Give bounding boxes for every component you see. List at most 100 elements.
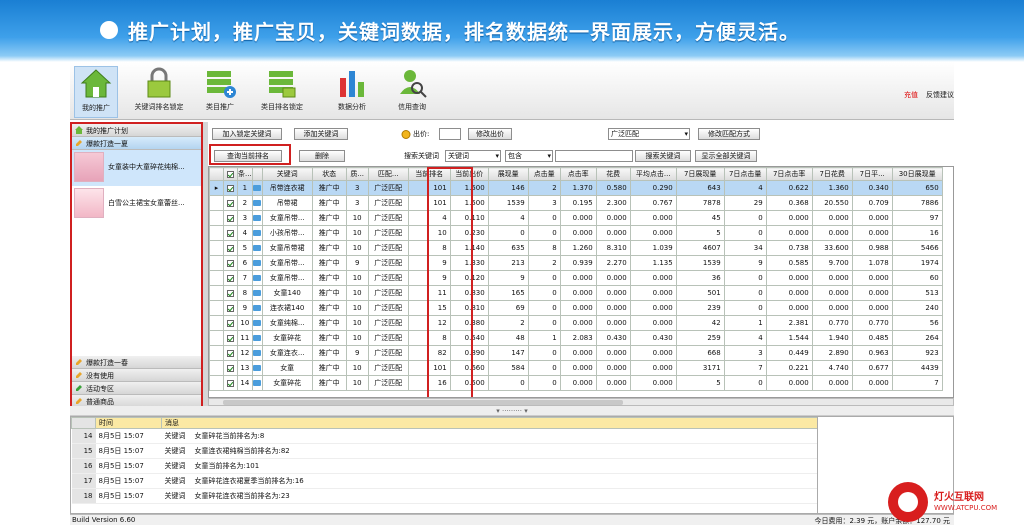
table-row[interactable]: 7 女童吊带... 推广中 10 广泛匹配 9 0.120 9 0 0.000 0.000 0.000… <box>209 270 943 286</box>
table-row[interactable]: 11 女童碎花 推广中 10 广泛匹配 8 0.540 48 1 2.083 0.430 0.430 2… <box>209 330 943 346</box>
sidebar-group-unused[interactable]: 没有使用 <box>72 369 201 382</box>
column-header-1[interactable] <box>223 167 238 181</box>
row-checkbox[interactable] <box>227 214 234 222</box>
row-checkbox[interactable] <box>227 244 234 252</box>
row-checkbox[interactable] <box>227 379 234 387</box>
log-row[interactable]: 18 8月5日 15:07 关键词 女童碎花连衣裙当前排名为:23 <box>71 488 817 504</box>
add-locked-keyword-button[interactable]: 加入锁定关键词 <box>212 128 282 140</box>
table-row[interactable]: 4 小孩吊带... 推广中 10 广泛匹配 10 0.230 0 0 0.000 0.000 0.00… <box>209 225 943 241</box>
column-header-18[interactable]: 7日花费 <box>811 167 853 181</box>
match-type-select[interactable]: 广泛匹配 ▾ <box>608 128 690 140</box>
column-header-17[interactable]: 7日点击率 <box>765 167 813 181</box>
row-checkbox[interactable] <box>227 334 234 342</box>
sidebar-plan-header[interactable]: 我的推广计划 <box>72 124 201 137</box>
checkbox-cell[interactable] <box>223 225 238 241</box>
search-keyword-button[interactable]: 搜索关键词 <box>635 150 691 162</box>
icon-cell <box>251 180 263 196</box>
column-header-2[interactable]: 条... <box>237 167 253 181</box>
checkbox-cell[interactable] <box>223 360 238 376</box>
toolbar-category-rank-lock[interactable]: 类目排名锁定 <box>256 66 308 118</box>
table-row[interactable]: 2 吊带裙 推广中 3 广泛匹配 101 1.500 1539 3 0.195 2.300 0.767… <box>209 195 943 211</box>
row-checkbox[interactable] <box>227 274 234 282</box>
table-row[interactable]: 3 女童吊带... 推广中 10 广泛匹配 4 0.110 4 0 0.000 0.000 0.000… <box>209 210 943 226</box>
horizontal-scrollbar[interactable] <box>208 398 954 406</box>
clicks-7d-cell: 9 <box>723 255 767 271</box>
row-checkbox[interactable] <box>227 259 234 267</box>
column-header-5[interactable]: 状态 <box>311 167 347 181</box>
column-header-14[interactable]: 平均点击... <box>629 167 677 181</box>
checkbox-cell[interactable] <box>223 285 238 301</box>
column-header-12[interactable]: 点击率 <box>559 167 597 181</box>
delete-button[interactable]: 删除 <box>299 150 345 162</box>
table-row[interactable]: 8 女童140 推广中 10 广泛匹配 11 0.830 165 0 0.000 0.000 0.00… <box>209 285 943 301</box>
column-header-19[interactable]: 7日平... <box>851 167 893 181</box>
panel-splitter[interactable]: ▾ ········· ▾ <box>70 406 954 416</box>
select-all-checkbox[interactable] <box>227 170 234 178</box>
column-header-6[interactable]: 质... <box>345 167 369 181</box>
checkbox-cell[interactable] <box>223 315 238 331</box>
column-header-3[interactable] <box>251 167 263 181</box>
column-header-20[interactable]: 30日展现量 <box>891 167 943 181</box>
sidebar-group-summer[interactable]: 爆款打造一夏 <box>72 137 201 150</box>
toolbar-my-promotion[interactable]: 我的推广 <box>74 66 118 118</box>
row-checkbox[interactable] <box>227 289 234 297</box>
sidebar-group-events[interactable]: 活动专区 <box>72 382 201 395</box>
log-row[interactable]: 14 8月5日 15:07 关键词 女童碎花当前排名为:8 <box>71 428 817 444</box>
table-row[interactable]: 13 女童 推广中 10 广泛匹配 101 0.660 584 0 0.000 0.000 0.000… <box>209 360 943 376</box>
toolbar-category-promotion[interactable]: 类目推广 <box>198 66 242 118</box>
checkbox-cell[interactable] <box>223 375 238 391</box>
table-row[interactable]: 5 女童吊带裙 推广中 10 广泛匹配 8 1.140 635 8 1.260 8.310 1.039… <box>209 240 943 256</box>
edit-match-button[interactable]: 修改匹配方式 <box>698 128 760 140</box>
table-row[interactable]: 6 女童吊带... 推广中 9 广泛匹配 9 1.330 213 2 0.939 2.270 1.13… <box>209 255 943 271</box>
checkbox-cell[interactable] <box>223 180 238 196</box>
search-field-select[interactable]: 关键词 ▾ <box>445 150 501 162</box>
column-header-13[interactable]: 花费 <box>595 167 631 181</box>
log-row[interactable]: 15 8月5日 15:07 关键词 女童连衣裙纯棉当前排名为:82 <box>71 443 817 459</box>
column-header-11[interactable]: 点击量 <box>527 167 561 181</box>
column-header-7[interactable]: 匹配... <box>367 167 409 181</box>
recharge-link[interactable]: 充值 <box>904 91 918 99</box>
toolbar-keyword-rank-lock[interactable]: 关键词排名锁定 <box>128 66 190 118</box>
table-row[interactable]: 14 女童碎花 推广中 10 广泛匹配 16 0.500 0 0 0.000 0.000 0.000 5… <box>209 375 943 391</box>
checkbox-cell[interactable] <box>223 210 238 226</box>
checkbox-cell[interactable] <box>223 270 238 286</box>
column-header-10[interactable]: 展现量 <box>487 167 529 181</box>
table-row[interactable]: 9 连衣裙140 推广中 10 广泛匹配 15 0.810 69 0 0.000 0.000 0.00… <box>209 300 943 316</box>
checkbox-cell[interactable] <box>223 255 238 271</box>
column-header-15[interactable]: 7日展现量 <box>675 167 725 181</box>
column-header-16[interactable]: 7日点击量 <box>723 167 767 181</box>
show-all-keywords-button[interactable]: 显示全部关键词 <box>695 150 757 162</box>
row-checkbox[interactable] <box>227 349 234 357</box>
checkbox-cell[interactable] <box>223 240 238 256</box>
sidebar-product-1[interactable]: 女童装中大童碎花纯棉... <box>72 150 201 186</box>
log-row[interactable]: 17 8月5日 15:07 关键词 女童碎花连衣裙夏季当前排名为:16 <box>71 473 817 489</box>
row-checkbox[interactable] <box>227 184 234 192</box>
sidebar-group-spring[interactable]: 爆款打造一春 <box>72 356 201 369</box>
table-row[interactable]: 10 女童纯棉... 推广中 10 广泛匹配 12 0.380 2 0 0.000 0.000 0.0… <box>209 315 943 331</box>
column-header-0[interactable] <box>209 167 224 181</box>
row-checkbox[interactable] <box>227 229 234 237</box>
toolbar-credit-query[interactable]: 信用查询 <box>392 66 432 118</box>
feedback-link[interactable]: 反馈建议 <box>926 91 954 99</box>
row-checkbox[interactable] <box>227 199 234 207</box>
row-checkbox[interactable] <box>227 364 234 372</box>
scrollbar-thumb[interactable] <box>223 400 623 405</box>
row-checkbox[interactable] <box>227 304 234 312</box>
checkbox-cell[interactable] <box>223 300 238 316</box>
sidebar-product-2[interactable]: 白雪公主裙宝女童蕾丝... <box>72 186 201 224</box>
search-mode-select[interactable]: 包含 ▾ <box>505 150 553 162</box>
edit-bid-button[interactable]: 修改出价 <box>468 128 512 140</box>
row-indicator <box>209 330 224 346</box>
row-checkbox[interactable] <box>227 319 234 327</box>
column-header-4[interactable]: 关键词 <box>261 167 313 181</box>
toolbar-data-analysis[interactable]: 数据分析 <box>332 66 372 118</box>
table-row[interactable]: 12 女童连衣... 推广中 9 广泛匹配 82 0.890 147 0 0.000 0.000 0.… <box>209 345 943 361</box>
search-input[interactable] <box>555 150 633 162</box>
table-row[interactable]: ▸ 1 吊带连衣裙 推广中 3 广泛匹配 101 1.500 146 2 1.370 0.580 0.2… <box>209 180 943 196</box>
checkbox-cell[interactable] <box>223 345 238 361</box>
add-keyword-button[interactable]: 添加关键词 <box>294 128 348 140</box>
bid-input[interactable] <box>439 128 461 140</box>
checkbox-cell[interactable] <box>223 330 238 346</box>
log-row[interactable]: 16 8月5日 15:07 关键词 女童当前排名为:101 <box>71 458 817 474</box>
checkbox-cell[interactable] <box>223 195 238 211</box>
